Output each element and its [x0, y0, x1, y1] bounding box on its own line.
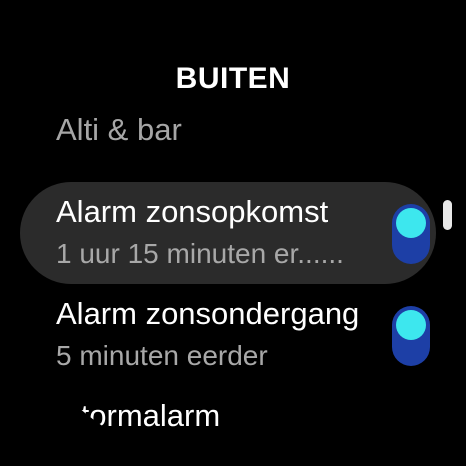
sunset-alarm-toggle[interactable]	[392, 306, 430, 366]
sunrise-alarm-subtitle: 1 uur 15 minuten er......	[56, 238, 344, 269]
toggle-knob	[396, 208, 426, 238]
list-item-sunrise-alarm[interactable]: Alarm zonsopkomst 1 uur 15 minuten er...…	[20, 182, 436, 284]
page-title: BUITEN	[175, 62, 291, 95]
sunset-alarm-title: Alarm zonsondergang	[56, 296, 360, 331]
watch-screen: BUITEN Alti & bar Alarm zonsopkomst 1 uu…	[0, 0, 466, 466]
list-item-alti-bar[interactable]: Alti & bar	[56, 112, 182, 148]
sunrise-alarm-toggle[interactable]	[392, 204, 430, 264]
list-item-storm-alarm[interactable]: Stormalarm	[60, 398, 220, 434]
scrollbar-thumb[interactable]	[443, 200, 452, 230]
list-item-sunset-alarm[interactable]: Alarm zonsondergang 5 minuten eerder	[20, 290, 436, 380]
toggle-knob	[396, 310, 426, 340]
sunset-alarm-subtitle: 5 minuten eerder	[56, 340, 268, 371]
sunrise-alarm-title: Alarm zonsopkomst	[56, 194, 329, 229]
